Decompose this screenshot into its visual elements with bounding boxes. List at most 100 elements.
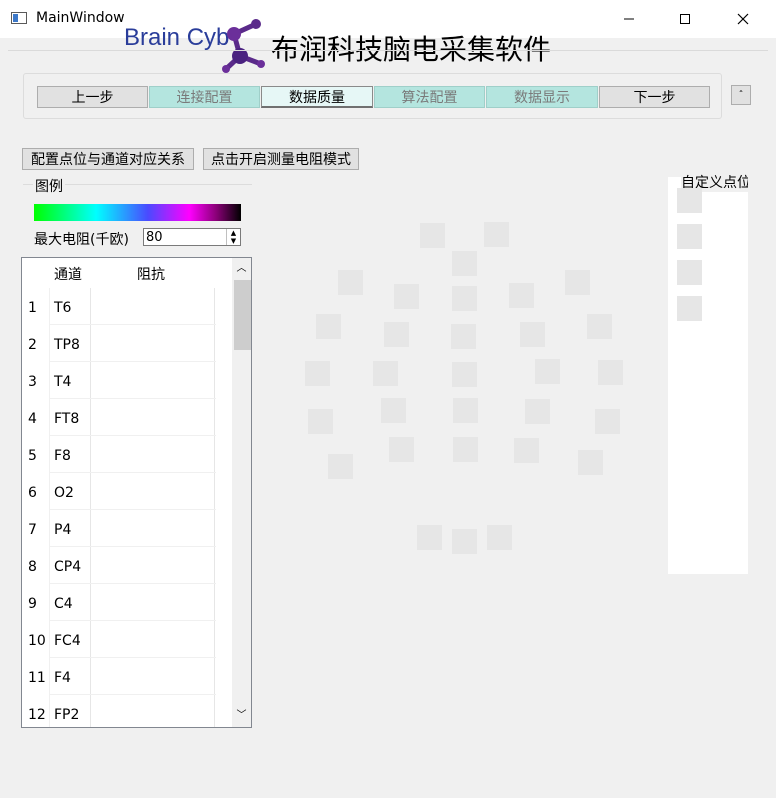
channel-name: F8: [54, 448, 71, 464]
electrode-site[interactable]: [453, 437, 478, 462]
tab-data-display[interactable]: 数据显示: [486, 86, 598, 108]
electrode-site[interactable]: [595, 409, 620, 434]
column-header-impedance[interactable]: 阻抗: [137, 264, 165, 284]
electrode-site[interactable]: [308, 409, 333, 434]
custom-point[interactable]: [677, 296, 702, 321]
next-step-button[interactable]: 下一步: [599, 86, 710, 108]
row-number: 8: [28, 559, 37, 575]
row-number: 9: [28, 596, 37, 612]
table-row[interactable]: 11 F4: [22, 658, 233, 695]
spin-down-icon[interactable]: ▼: [227, 237, 240, 245]
electrode-site[interactable]: [578, 450, 603, 475]
maximize-icon: [680, 14, 690, 24]
electrode-site[interactable]: [452, 251, 477, 276]
minimize-icon: [624, 18, 634, 20]
max-resistance-label: 最大电阻(千欧): [34, 232, 129, 248]
table-row[interactable]: 5 F8: [22, 436, 233, 473]
minimize-button[interactable]: [606, 4, 652, 34]
channel-name: F4: [54, 670, 71, 686]
electrode-site[interactable]: [417, 525, 442, 550]
electrode-site[interactable]: [520, 322, 545, 347]
electrode-site[interactable]: [384, 322, 409, 347]
electrode-site[interactable]: [316, 314, 341, 339]
custom-point[interactable]: [677, 224, 702, 249]
electrode-site[interactable]: [598, 360, 623, 385]
row-number: 3: [28, 374, 37, 390]
logo-molecule-icon: [222, 19, 265, 73]
close-button[interactable]: [720, 4, 766, 34]
electrode-site[interactable]: [394, 284, 419, 309]
custom-point[interactable]: [677, 188, 702, 213]
max-resistance-spinbox[interactable]: 80 ▲ ▼: [143, 228, 241, 246]
close-icon: [737, 13, 749, 25]
app-heading: 布润科技脑电采集软件: [271, 33, 552, 66]
channel-name: TP8: [54, 337, 80, 353]
channel-impedance-table[interactable]: 通道 阻抗 1 T6 2 TP8 3 T4 4 FT8 5 F8 6 O2 7 P4 8 CP4 9 C4 10 FC…: [21, 257, 252, 728]
custom-point[interactable]: [677, 260, 702, 285]
electrode-site[interactable]: [305, 361, 330, 386]
config-mapping-button[interactable]: 配置点位与通道对应关系: [22, 148, 194, 170]
tab-connection-config[interactable]: 连接配置: [149, 86, 260, 108]
row-number: 7: [28, 522, 37, 538]
channel-name: FC4: [54, 633, 81, 649]
app-icon: [11, 12, 27, 24]
channel-name: FT8: [54, 411, 80, 427]
electrode-site[interactable]: [452, 362, 477, 387]
electrode-site[interactable]: [389, 437, 414, 462]
scroll-thumb[interactable]: [234, 280, 251, 350]
scroll-up-icon[interactable]: ︿: [232, 260, 251, 278]
scroll-down-icon[interactable]: ﹀: [232, 707, 251, 725]
channel-name: O2: [54, 485, 74, 501]
channel-name: P4: [54, 522, 72, 538]
electrode-site[interactable]: [453, 398, 478, 423]
channel-name: T4: [54, 374, 72, 390]
electrode-site[interactable]: [451, 324, 476, 349]
electrode-site[interactable]: [565, 270, 590, 295]
brand-logo: Brain Cyb: [124, 14, 274, 74]
tab-algorithm-config[interactable]: 算法配置: [374, 86, 485, 108]
table-row[interactable]: 1 T6: [22, 288, 233, 325]
legend-title: 图例: [33, 176, 65, 196]
column-header-channel[interactable]: 通道: [54, 264, 82, 284]
table-row[interactable]: 3 T4: [22, 362, 233, 399]
prev-step-button[interactable]: 上一步: [37, 86, 148, 108]
table-row[interactable]: 4 FT8: [22, 399, 233, 436]
table-row[interactable]: 12 FP2: [22, 695, 233, 727]
spin-up-icon[interactable]: ▲: [227, 229, 240, 237]
electrode-site[interactable]: [587, 314, 612, 339]
electrode-site[interactable]: [452, 529, 477, 554]
electrode-site[interactable]: [381, 398, 406, 423]
table-row[interactable]: 8 CP4: [22, 547, 233, 584]
row-number: 12: [28, 707, 46, 723]
electrode-site[interactable]: [509, 283, 534, 308]
electrode-site[interactable]: [514, 438, 539, 463]
electrode-site[interactable]: [487, 525, 512, 550]
tab-data-quality[interactable]: 数据质量: [261, 86, 373, 108]
max-resistance-value: 80: [146, 230, 163, 245]
channel-name: T6: [54, 300, 72, 316]
table-row[interactable]: 6 O2: [22, 473, 233, 510]
table-row[interactable]: 9 C4: [22, 584, 233, 621]
row-number: 4: [28, 411, 37, 427]
electrode-site[interactable]: [328, 454, 353, 479]
table-row[interactable]: 7 P4: [22, 510, 233, 547]
electrode-site[interactable]: [373, 361, 398, 386]
row-number: 1: [28, 300, 37, 316]
row-number: 11: [28, 670, 46, 686]
electrode-site[interactable]: [452, 286, 477, 311]
row-number: 2: [28, 337, 37, 353]
electrode-site[interactable]: [525, 399, 550, 424]
impedance-color-scale: [34, 204, 241, 221]
electrode-site[interactable]: [484, 222, 509, 247]
divider: [8, 50, 768, 51]
electrode-site[interactable]: [420, 223, 445, 248]
electrode-site[interactable]: [338, 270, 363, 295]
impedance-mode-button[interactable]: 点击开启测量电阻模式: [203, 148, 359, 170]
table-row[interactable]: 10 FC4: [22, 621, 233, 658]
collapse-button[interactable]: ˆ: [731, 85, 751, 105]
maximize-button[interactable]: [662, 4, 708, 34]
table-row[interactable]: 2 TP8: [22, 325, 233, 362]
table-scrollbar[interactable]: ︿ ﹀: [232, 258, 251, 727]
row-number: 10: [28, 633, 46, 649]
electrode-site[interactable]: [535, 359, 560, 384]
